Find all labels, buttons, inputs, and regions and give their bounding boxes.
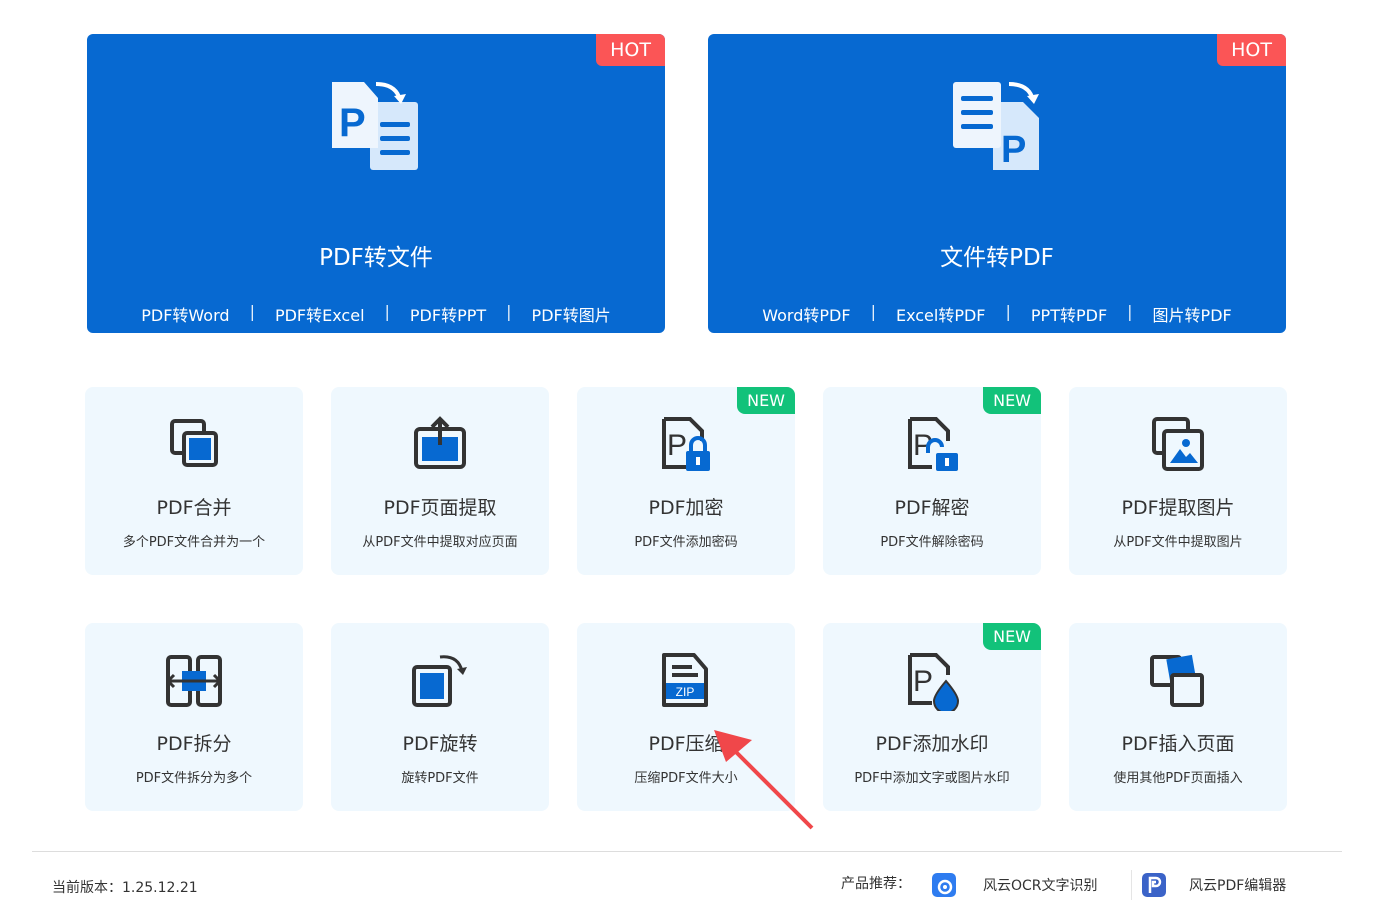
tool-desc: PDF文件解除密码	[880, 535, 984, 550]
tool-pdf-page-extract[interactable]: PDF页面提取 从PDF文件中提取对应页面	[331, 387, 549, 575]
link-image-to-pdf[interactable]: 图片转PDF	[1133, 302, 1252, 326]
svg-text:P: P	[667, 429, 687, 462]
version-text: 当前版本：1.25.12.21	[52, 880, 198, 896]
tool-pdf-extract-image[interactable]: PDF提取图片 从PDF文件中提取图片	[1069, 387, 1287, 575]
file-to-pdf-icon: P	[953, 82, 1039, 171]
image-icon	[1152, 417, 1204, 471]
tool-desc: 使用其他PDF页面插入	[1113, 771, 1243, 786]
tool-pdf-encrypt[interactable]: NEW P PDF加密 PDF文件添加密码	[577, 387, 795, 575]
new-badge: NEW	[737, 387, 795, 414]
zip-label: ZIP	[676, 685, 695, 699]
footer-separator	[1131, 870, 1132, 900]
tool-desc: 从PDF文件中提取图片	[1113, 535, 1243, 550]
lock-icon: P	[662, 417, 710, 471]
svg-text:P: P	[913, 665, 933, 698]
separator: |	[249, 302, 255, 321]
link-pdf-to-word[interactable]: PDF转Word	[121, 302, 249, 326]
tool-pdf-watermark[interactable]: NEW P PDF添加水印 PDF中添加文字或图片水印	[823, 623, 1041, 811]
annotation-arrow	[714, 730, 814, 830]
merge-icon	[170, 419, 218, 467]
file-to-pdf-card[interactable]: HOT P 文件转PDF Word转PDF | Excel转PDF | PPT转PD…	[708, 34, 1286, 333]
hot-badge: HOT	[1217, 34, 1286, 66]
tool-pdf-decrypt[interactable]: NEW P PDF解密 PDF文件解除密码	[823, 387, 1041, 575]
link-ppt-to-pdf[interactable]: PPT转PDF	[1011, 302, 1127, 326]
rotate-icon	[412, 655, 467, 707]
product-pdf-editor[interactable]: 风云PDF编辑器	[1142, 873, 1286, 897]
link-word-to-pdf[interactable]: Word转PDF	[742, 302, 870, 326]
pdf-to-file-icon: P	[332, 82, 418, 170]
tool-desc: PDF文件拆分为多个	[135, 771, 253, 786]
watermark-icon: P	[908, 653, 960, 711]
tool-pdf-split[interactable]: PDF拆分 PDF文件拆分为多个	[85, 623, 303, 811]
tool-desc: 旋转PDF文件	[401, 771, 479, 786]
new-badge: NEW	[983, 623, 1041, 650]
svg-text:P: P	[339, 101, 366, 145]
tool-title: PDF添加水印	[875, 733, 989, 755]
svg-text:P: P	[1001, 129, 1026, 171]
tool-desc: PDF文件添加密码	[634, 535, 738, 550]
tool-pdf-insert-page[interactable]: PDF插入页面 使用其他PDF页面插入	[1069, 623, 1287, 811]
tool-title: PDF页面提取	[383, 497, 497, 519]
product-ocr[interactable]: 风云OCR文字识别	[932, 873, 1098, 897]
separator: |	[384, 302, 390, 321]
ocr-app-icon	[932, 873, 956, 897]
unlock-icon: P	[908, 417, 958, 471]
link-pdf-to-image[interactable]: PDF转图片	[512, 302, 631, 326]
tool-desc: 多个PDF文件合并为一个	[122, 535, 266, 550]
footer-divider	[32, 851, 1342, 852]
tool-pdf-rotate[interactable]: PDF旋转 旋转PDF文件	[331, 623, 549, 811]
tool-title: PDF提取图片	[1121, 497, 1235, 519]
link-pdf-to-excel[interactable]: PDF转Excel	[255, 302, 385, 326]
insert-page-icon	[1150, 654, 1204, 707]
tool-title: PDF插入页面	[1121, 733, 1235, 755]
zip-icon: ZIP	[662, 653, 708, 707]
separator: |	[1005, 302, 1011, 321]
tool-desc: 从PDF文件中提取对应页面	[362, 535, 518, 550]
card-title: PDF转文件	[319, 245, 433, 271]
product-ocr-label[interactable]: 风云OCR文字识别	[983, 875, 1098, 895]
extract-page-icon	[414, 416, 466, 469]
pdf-editor-app-icon	[1142, 873, 1166, 897]
tool-title: PDF拆分	[156, 733, 232, 755]
tool-title: PDF旋转	[402, 733, 478, 755]
new-badge: NEW	[983, 387, 1041, 414]
recommend-label: 产品推荐：	[841, 876, 911, 892]
link-excel-to-pdf[interactable]: Excel转PDF	[876, 302, 1006, 326]
product-pdf-editor-label[interactable]: 风云PDF编辑器	[1189, 875, 1286, 895]
tool-title: PDF加密	[648, 497, 724, 519]
tool-pdf-merge[interactable]: PDF合并 多个PDF文件合并为一个	[85, 387, 303, 575]
separator: |	[1127, 302, 1133, 321]
pdf-to-file-card[interactable]: HOT P PDF转文件 PDF转Word | PDF转Excel | PDF转PP…	[87, 34, 665, 333]
separator: |	[506, 302, 512, 321]
link-pdf-to-ppt[interactable]: PDF转PPT	[390, 302, 506, 326]
hot-badge: HOT	[596, 34, 665, 66]
separator: |	[870, 302, 876, 321]
tool-title: PDF合并	[156, 497, 232, 519]
tool-desc: PDF中添加文字或图片水印	[854, 771, 1010, 786]
tool-title: PDF解密	[894, 497, 970, 519]
split-icon	[165, 655, 223, 707]
card-title: 文件转PDF	[940, 245, 1054, 271]
